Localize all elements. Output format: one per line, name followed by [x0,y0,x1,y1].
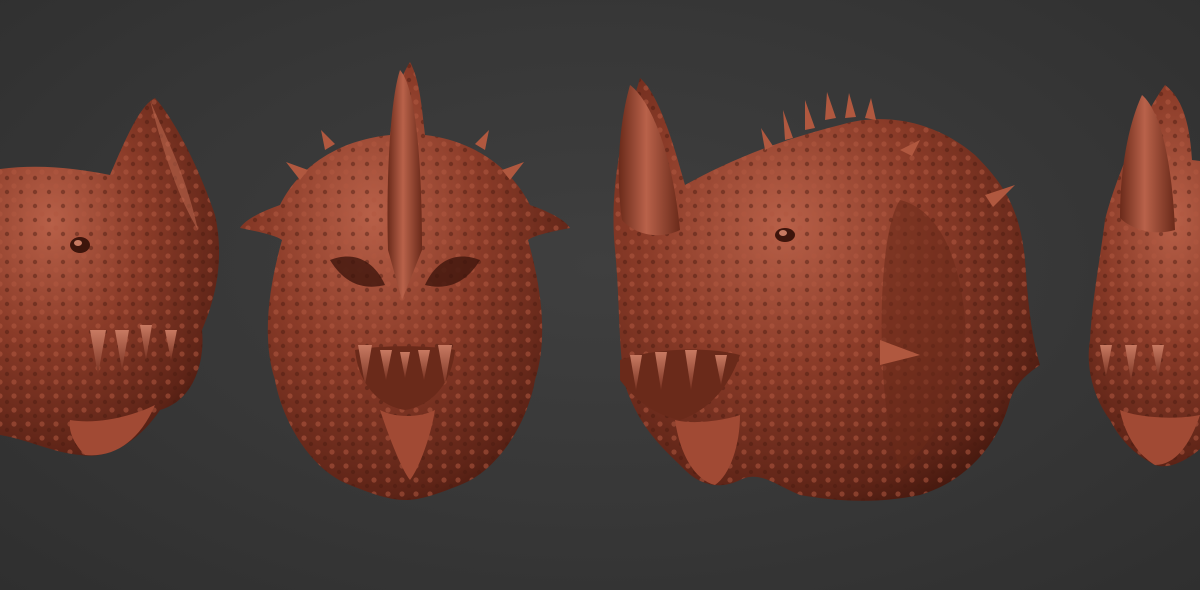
dragon-head-three-quarter-view [600,0,1060,590]
dragon-head-side-view-right [1080,0,1200,590]
sculpt-viewport [0,0,1200,590]
dragon-head-front-view [230,0,580,590]
dragon-head-side-view-left [0,0,240,590]
